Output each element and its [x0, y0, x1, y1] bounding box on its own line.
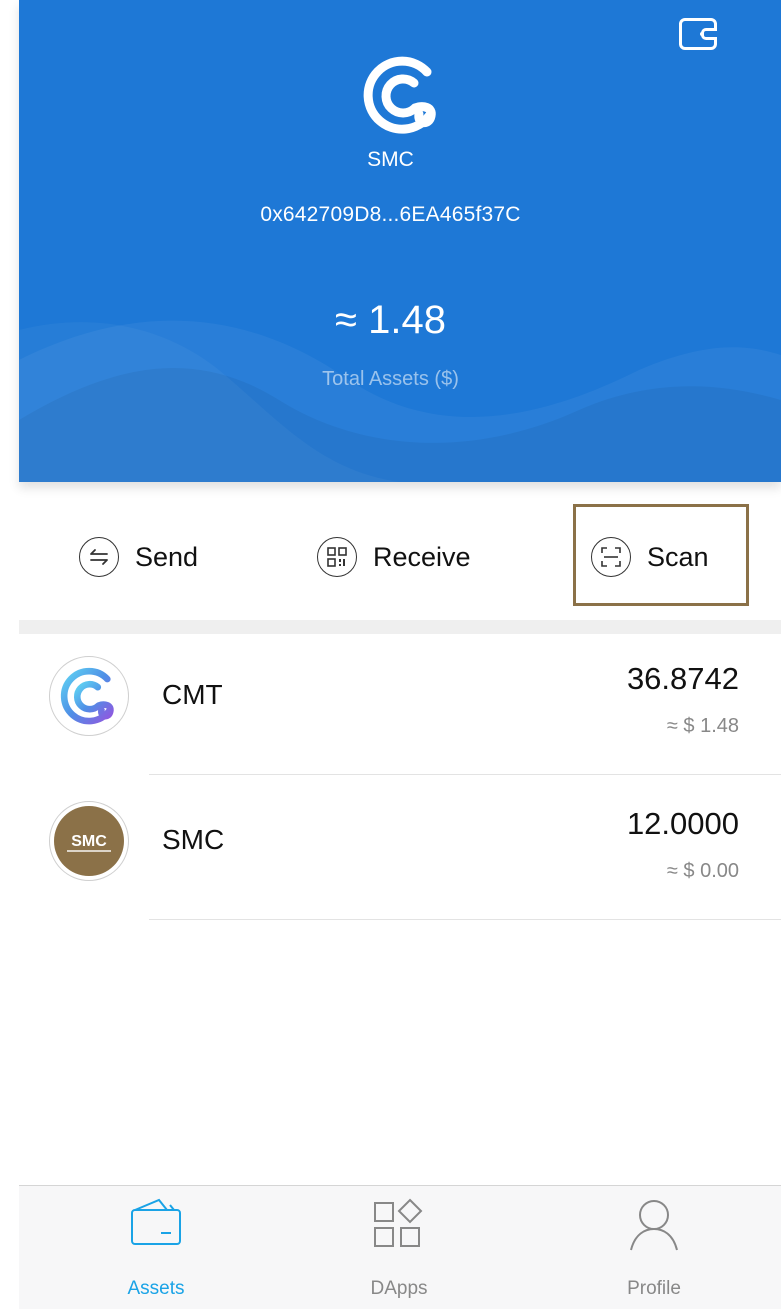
wallet-address[interactable]: 0x642709D8...6EA465f37C [0, 203, 781, 227]
asset-usd-value: ≈ $ 1.48 [666, 715, 739, 737]
tab-assets-label: Assets [127, 1278, 185, 1299]
person-icon [627, 1198, 681, 1257]
transfer-arrows-icon [79, 537, 119, 577]
asset-symbol: SMC [162, 824, 225, 855]
tab-profile-label: Profile [627, 1278, 681, 1299]
receive-label: Receive [373, 541, 471, 572]
tab-dapps-label: DApps [370, 1278, 428, 1299]
bottom-tab-bar: Assets DApps Profile [19, 1185, 781, 1309]
asset-row-cmt[interactable]: CMT 36.8742 ≈ $ 1.48 [19, 635, 781, 775]
tab-dapps[interactable]: DApps [309, 1186, 489, 1310]
section-divider [19, 620, 781, 634]
tab-assets[interactable]: Assets [66, 1186, 246, 1310]
asset-amount: 12.0000 [626, 806, 739, 841]
wallet-switch-icon[interactable] [679, 18, 717, 50]
row-divider [149, 919, 781, 920]
cmt-token-logo [49, 656, 129, 736]
scan-highlight-box [573, 504, 749, 606]
asset-row-smc[interactable]: SMC SMC 12.0000 ≈ $ 0.00 [19, 780, 781, 920]
dapps-grid-icon [372, 1198, 426, 1253]
receive-button[interactable]: Receive [317, 494, 471, 620]
send-button[interactable]: Send [79, 494, 198, 620]
wallet-name: SMC [367, 148, 414, 171]
total-assets-label: Total Assets ($) [322, 368, 459, 390]
asset-amount: 36.8742 [626, 661, 739, 696]
asset-symbol: CMT [162, 679, 223, 710]
svg-text:SMC: SMC [71, 833, 107, 850]
qr-code-icon [317, 537, 357, 577]
smc-token-logo: SMC [49, 801, 129, 881]
total-assets-value: ≈ 1.48 [335, 298, 446, 342]
asset-usd-value: ≈ $ 0.00 [666, 860, 739, 882]
tab-profile[interactable]: Profile [564, 1186, 744, 1310]
row-divider [149, 774, 781, 775]
send-label: Send [135, 541, 199, 572]
cybermiles-logo [363, 56, 436, 134]
wallet-tab-icon [129, 1198, 183, 1251]
